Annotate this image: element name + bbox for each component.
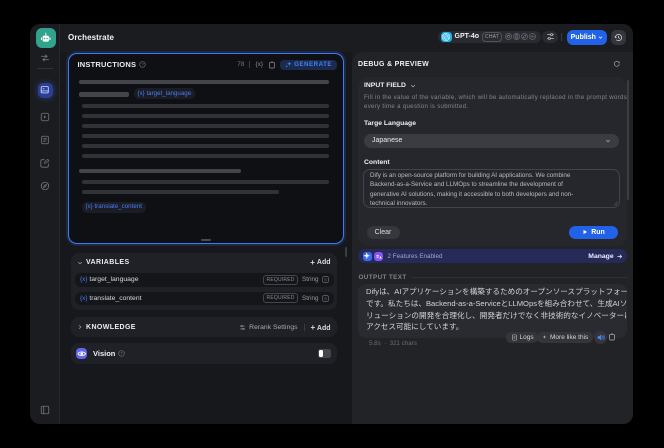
svg-text:S: S — [324, 278, 327, 282]
svg-text:?: ? — [121, 351, 124, 356]
svg-text:S: S — [324, 297, 327, 301]
svg-text:?: ? — [141, 62, 144, 67]
